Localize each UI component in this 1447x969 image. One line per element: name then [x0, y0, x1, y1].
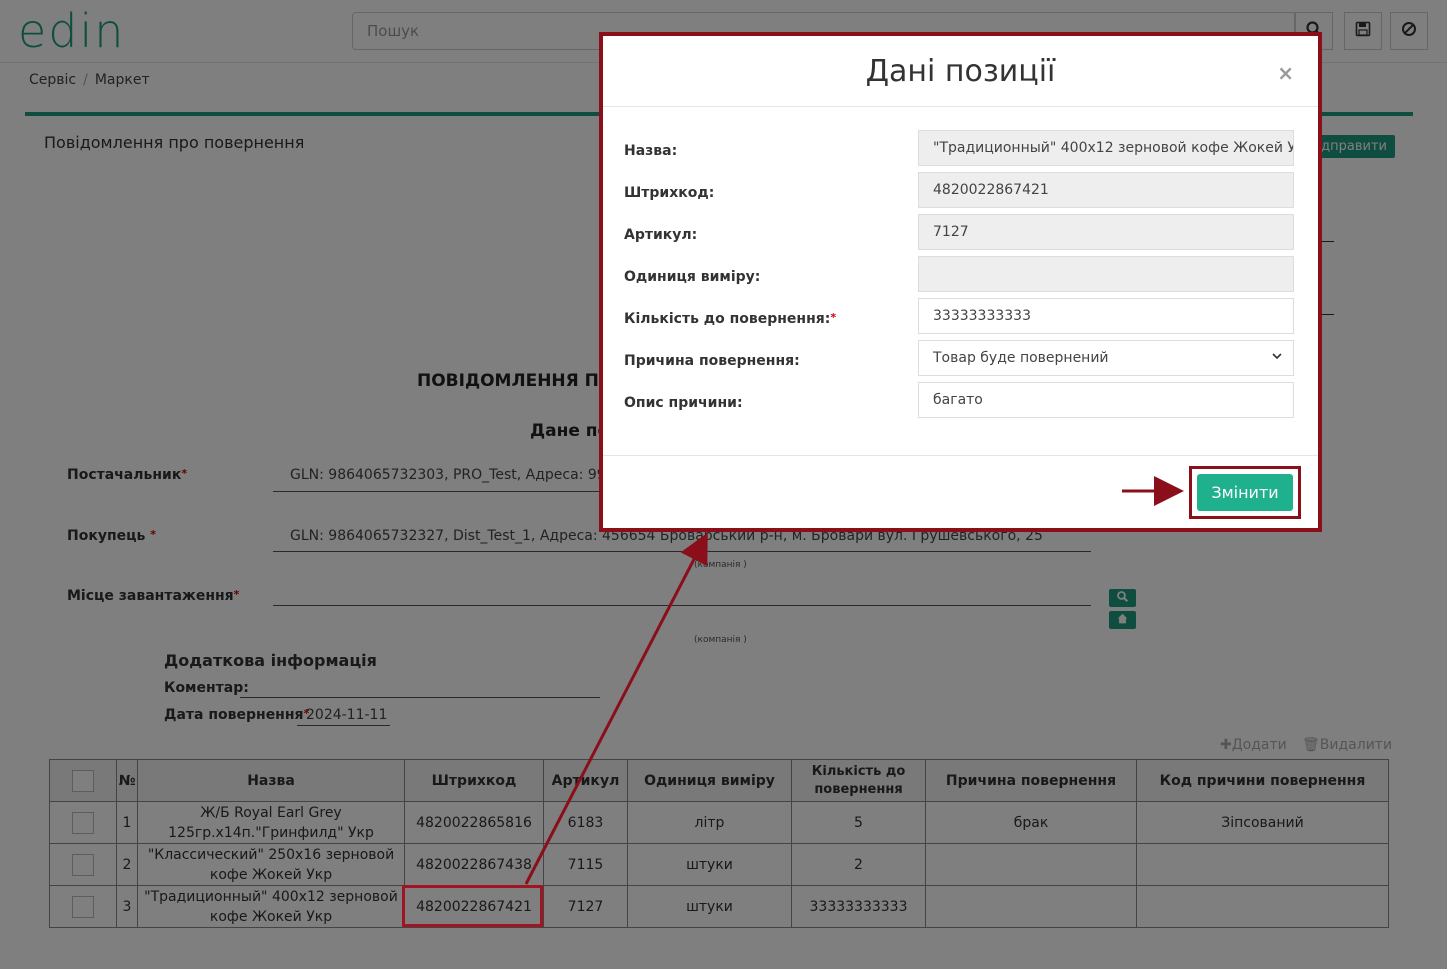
modal-header: Дані позиції ×	[603, 36, 1318, 107]
quantity-label: Кількість до повернення:*	[624, 311, 837, 327]
article-field[interactable]: 7127	[918, 214, 1294, 250]
description-field[interactable]: багато	[918, 382, 1294, 418]
reason-select[interactable]: Товар буде повернений	[918, 340, 1294, 376]
unit-label: Одиниця виміру:	[624, 269, 761, 285]
name-field[interactable]: "Традиционный" 400х12 зерновой кофе Жоке…	[918, 130, 1294, 166]
reason-label: Причина повернення:	[624, 353, 800, 369]
barcode-label: Штрихкод:	[624, 185, 715, 201]
description-label: Опис причини:	[624, 395, 743, 411]
submit-highlight-box: Змінити	[1189, 466, 1301, 519]
unit-field[interactable]	[918, 256, 1294, 292]
change-button[interactable]: Змінити	[1197, 474, 1293, 511]
reason-select-value: Товар буде повернений	[933, 350, 1109, 366]
barcode-field[interactable]: 4820022867421	[918, 172, 1294, 208]
modal-footer: Змінити	[603, 455, 1318, 528]
chevron-down-icon	[1271, 341, 1283, 375]
article-label: Артикул:	[624, 227, 698, 243]
quantity-field[interactable]: 33333333333	[918, 298, 1294, 334]
modal-title: Дані позиції	[865, 54, 1056, 89]
name-label: Назва:	[624, 143, 678, 159]
close-icon[interactable]: ×	[1277, 61, 1294, 85]
item-details-modal: Дані позиції × Назва: "Традиционный" 400…	[599, 32, 1322, 532]
barcode-highlight-box	[402, 885, 543, 927]
